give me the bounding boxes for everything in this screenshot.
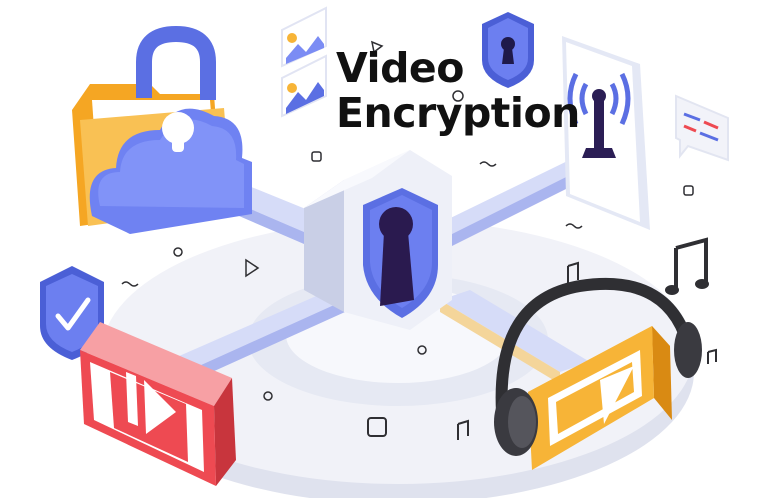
title-line-2: Encryption [336,89,580,137]
title-line-1: Video [336,44,464,92]
page-title: Video Encryption [336,46,580,136]
cloud-lock-folder-icon [72,25,253,234]
chat-bubble-icon [675,94,729,162]
illustration-canvas: Video Encryption [0,0,783,498]
image-cards [281,6,327,118]
